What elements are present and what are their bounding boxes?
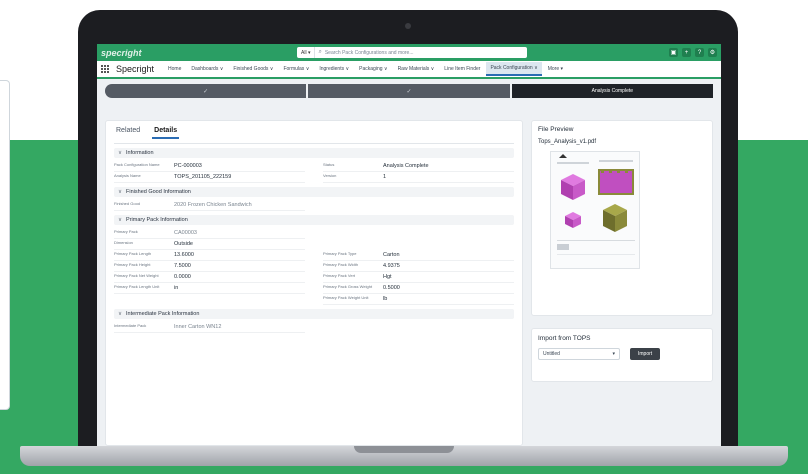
path-step-current[interactable]: Analysis Complete [509,84,713,98]
field-row: Primary Pack Vert Hgt [323,272,514,283]
status-path: ✓ ✓ Analysis Complete [97,79,721,103]
add-icon[interactable]: + [682,48,691,57]
primary-pack-fields: Primary Pack CA00003 Dimension Outside Pri… [114,228,514,305]
search-scope-dropdown[interactable]: All ▾ [297,47,316,58]
nav-pack-configuration[interactable]: Pack Configuration ∨ [486,62,542,76]
field-row-empty [323,228,514,239]
path-step-2[interactable]: ✓ [306,84,510,98]
laptop-screen: specright All ▾ ⌕ Search Pack Configurat… [97,44,721,446]
settings-icon[interactable]: ⚙ [708,48,717,57]
field-row-empty [323,239,514,250]
chevron-down-icon: ∨ [118,217,123,223]
section-primary-pack[interactable]: ∨ Primary Pack Information [114,215,514,225]
utility-icons: ▣ + ? ⚙ [669,48,717,57]
field-row: Primary Pack Length 13.6000 [114,250,305,261]
import-button[interactable]: Import [630,348,661,360]
field-row: Status Analysis Complete [323,161,514,172]
check-icon: ✓ [406,88,412,95]
primary-pack-left-column: Primary Pack CA00003 Dimension Outside Pri… [114,228,305,305]
field-row: Primary Pack Type Carton [323,250,514,261]
nav-formulas[interactable]: Formulas ∨ [279,66,313,72]
intermediate-left-column: Intermediate Pack Inner Carton WN12 [114,322,305,333]
check-icon: ✓ [203,88,209,95]
app-top-bar: specright All ▾ ⌕ Search Pack Configurat… [97,44,721,61]
nav-raw-materials[interactable]: Raw Materials ∨ [394,66,439,72]
import-title: Import from TOPS [538,335,591,342]
nav-packaging[interactable]: Packaging ∨ [355,66,391,72]
intermediate-pack-fields: Intermediate Pack Inner Carton WN12 [114,322,514,333]
right-panel: File Preview Tops_Analysis_v1.pdf Import… [531,120,713,446]
global-search[interactable]: All ▾ ⌕ Search Pack Configurations and m… [297,47,527,58]
field-row: Primary Pack Weight Unit lb [323,294,514,305]
field-row: Primary Pack Net Weight 0.0000 [114,272,305,283]
field-row: Primary Pack CA00003 [114,228,305,239]
laptop-notch [354,446,454,453]
nav-home[interactable]: Home [164,66,185,72]
app-name: Specright [116,64,155,74]
side-panel-edge [0,80,10,410]
file-preview-title: File Preview [538,126,574,133]
record-tabs: Related Details [114,127,514,144]
field-row: Intermediate Pack Inner Carton WN12 [114,322,305,333]
pdf-thumbnail[interactable] [550,151,640,269]
chevron-down-icon: ▾ [612,351,615,357]
chevron-down-icon: ∨ [118,150,123,156]
information-left-column: Pack Configuration Name PC-000003 Analysi… [114,161,305,183]
nav-finished-goods[interactable]: Finished Goods ∨ [229,66,277,72]
field-row: Primary Pack Height 7.5000 [114,261,305,272]
quick-actions-icon[interactable]: ▣ [669,48,678,57]
nav-ingredients[interactable]: Ingredients ∨ [315,66,353,72]
nav-more[interactable]: More ▾ [544,66,567,72]
field-row: Pack Configuration Name PC-000003 [114,161,305,172]
file-preview-card: File Preview Tops_Analysis_v1.pdf [531,120,713,316]
app-launcher-icon[interactable] [101,64,110,74]
pallet-diagram [557,154,635,255]
information-fields: Pack Configuration Name PC-000003 Analysi… [114,161,514,183]
field-row: Primary Pack Gross Weight 0.5000 [323,283,514,294]
nav-line-item-finder[interactable]: Line Item Finder [440,66,484,72]
section-finished-good[interactable]: ∨ Finished Good Information [114,187,514,197]
information-right-column: Status Analysis Complete Version 1 [323,161,514,183]
import-row: Untitled ▾ Import [538,348,706,360]
tab-details[interactable]: Details [152,127,180,139]
field-row: Version 1 [323,172,514,183]
primary-pack-right-column: Primary Pack Type Carton Primary Pack Wid… [323,228,514,305]
field-row: Dimension Outside [114,239,305,250]
section-intermediate-pack[interactable]: ∨ Intermediate Pack Information [114,309,514,319]
path-step-1[interactable]: ✓ [105,84,307,98]
import-card: Import from TOPS Untitled ▾ Import [531,328,713,382]
camera-icon [405,23,411,29]
record-detail-card: Related Details ∨ Information Pack Config… [105,120,523,446]
help-icon[interactable]: ? [695,48,704,57]
chevron-down-icon: ∨ [118,311,123,317]
nav-dashboards[interactable]: Dashboards ∨ [187,66,227,72]
section-information[interactable]: ∨ Information [114,148,514,158]
tab-related[interactable]: Related [114,127,142,139]
import-select[interactable]: Untitled ▾ [538,348,620,360]
finished-good-left-column: Finished Good 2020 Frozen Chicken Sandwic… [114,200,305,211]
search-icon: ⌕ [318,49,322,55]
file-name-link[interactable]: Tops_Analysis_v1.pdf [538,139,706,145]
field-row: Primary Pack Width 4.9375 [323,261,514,272]
field-row: Analysis Name TOPS_201105_222159 [114,172,305,183]
brand-logo[interactable]: specright [101,48,191,58]
search-placeholder[interactable]: Search Pack Configurations and more... [325,50,414,56]
chevron-down-icon: ∨ [118,189,123,195]
field-row: Finished Good 2020 Frozen Chicken Sandwic… [114,200,305,211]
field-row: Primary Pack Length Unit in [114,283,305,294]
finished-good-fields: Finished Good 2020 Frozen Chicken Sandwic… [114,200,514,211]
app-nav-bar: Specright Home Dashboards ∨ Finished Goo… [97,61,721,79]
